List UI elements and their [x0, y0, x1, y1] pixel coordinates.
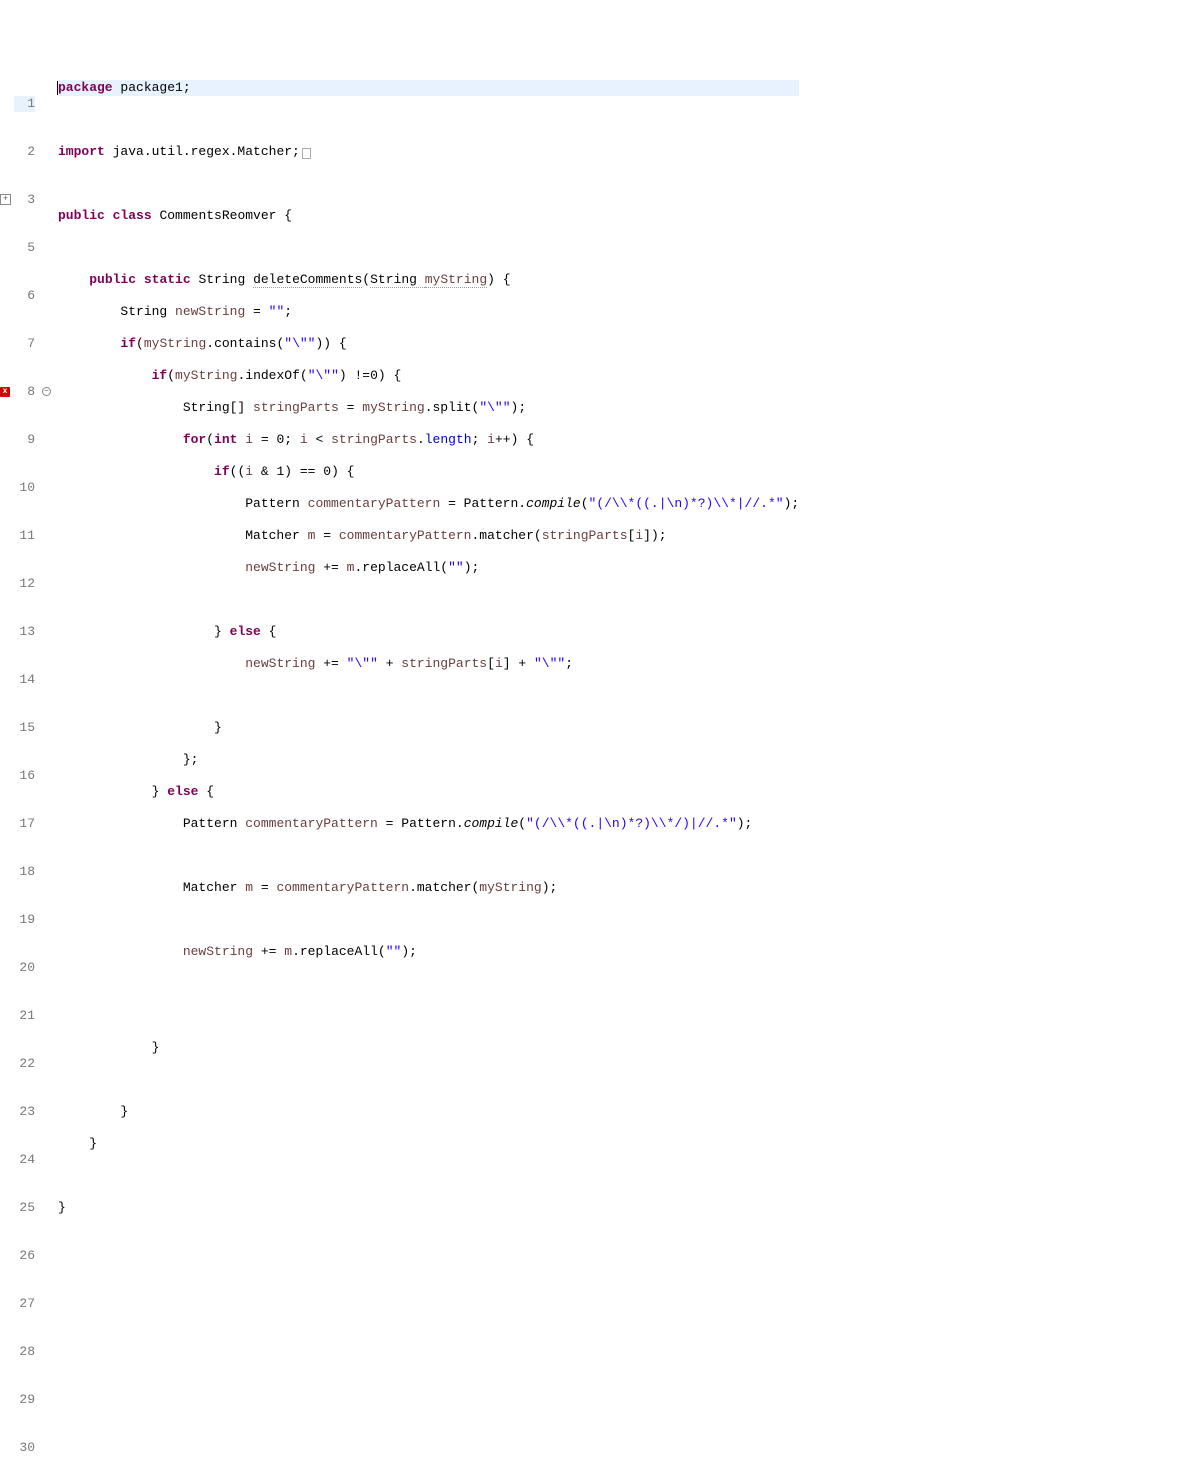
- line-number: 27: [14, 1296, 35, 1312]
- line-number: 18: [14, 864, 35, 880]
- code-line[interactable]: [58, 1232, 799, 1248]
- line-number: 22: [14, 1056, 35, 1072]
- line-number: 10: [14, 480, 35, 496]
- code-line[interactable]: [58, 1072, 799, 1088]
- line-number: 16: [14, 768, 35, 784]
- line-number: 6: [14, 288, 35, 304]
- line-number: 24: [14, 1152, 35, 1168]
- code-line[interactable]: }: [58, 1104, 799, 1120]
- code-line[interactable]: Matcher m = commentaryPattern.matcher(my…: [58, 880, 799, 896]
- code-line[interactable]: } else {: [58, 784, 799, 800]
- line-number-gutter: 1 2 3 5 6 7 8 9 10 11 12 13 14 15 16 17 …: [14, 64, 42, 1484]
- code-line[interactable]: [58, 848, 799, 864]
- code-line[interactable]: }: [58, 1040, 799, 1056]
- code-line[interactable]: [58, 1008, 799, 1024]
- code-line[interactable]: String[] stringParts = myString.split("\…: [58, 400, 799, 416]
- method-name-warning: deleteComments: [253, 272, 362, 288]
- fold-expand-icon[interactable]: +: [0, 194, 11, 205]
- code-line[interactable]: [58, 1168, 799, 1184]
- line-number: 2: [14, 144, 35, 160]
- line-number: 12: [14, 576, 35, 592]
- line-number: 14: [14, 672, 35, 688]
- code-line[interactable]: [58, 112, 799, 128]
- collapsed-indicator-icon[interactable]: [302, 148, 311, 159]
- line-number: 1: [14, 96, 35, 112]
- line-number: 29: [14, 1392, 35, 1408]
- code-line[interactable]: if(myString.contains("\"")) {: [58, 336, 799, 352]
- line-number: 23: [14, 1104, 35, 1120]
- line-number: 13: [14, 624, 35, 640]
- code-line[interactable]: Matcher m = commentaryPattern.matcher(st…: [58, 528, 799, 544]
- gutter-fold-column: −: [42, 64, 54, 1484]
- code-line[interactable]: public static String deleteComments(Stri…: [58, 272, 799, 288]
- line-number: 21: [14, 1008, 35, 1024]
- code-line[interactable]: [58, 976, 799, 992]
- code-line[interactable]: [58, 176, 799, 192]
- line-number: 5: [14, 240, 35, 256]
- gutter-annotations: + x: [0, 64, 14, 1484]
- line-number: 15: [14, 720, 35, 736]
- code-line[interactable]: public class CommentsReomver {: [58, 208, 799, 224]
- code-line[interactable]: [58, 688, 799, 704]
- code-line[interactable]: import java.util.regex.Matcher;: [58, 144, 799, 160]
- code-line[interactable]: [58, 592, 799, 608]
- fold-collapse-icon[interactable]: −: [42, 387, 51, 396]
- code-line[interactable]: Pattern commentaryPattern = Pattern.comp…: [58, 816, 799, 832]
- code-line[interactable]: } else {: [58, 624, 799, 640]
- line-number: 8: [14, 384, 35, 400]
- code-line[interactable]: [58, 912, 799, 928]
- line-number: 11: [14, 528, 35, 544]
- line-number: 19: [14, 912, 35, 928]
- code-line[interactable]: package package1;: [58, 80, 799, 96]
- code-area[interactable]: package package1; import java.util.regex…: [54, 64, 799, 1484]
- line-number: 30: [14, 1440, 35, 1456]
- code-line[interactable]: Pattern commentaryPattern = Pattern.comp…: [58, 496, 799, 512]
- line-number: 3: [14, 192, 35, 208]
- code-line[interactable]: }: [58, 1200, 799, 1216]
- line-number: 28: [14, 1344, 35, 1360]
- line-number: 26: [14, 1248, 35, 1264]
- error-icon[interactable]: x: [0, 387, 10, 397]
- code-line[interactable]: }: [58, 1136, 799, 1152]
- line-number: 20: [14, 960, 35, 976]
- code-line[interactable]: newString += m.replaceAll("");: [58, 560, 799, 576]
- line-number: 7: [14, 336, 35, 352]
- code-line[interactable]: newString += "\"" + stringParts[i] + "\"…: [58, 656, 799, 672]
- code-editor[interactable]: + x 1 2 3 5 6 7 8 9 10 11 12 13 14 15 16…: [0, 64, 1200, 1484]
- code-line[interactable]: if(myString.indexOf("\"") !=0) {: [58, 368, 799, 384]
- code-line[interactable]: if((i & 1) == 0) {: [58, 464, 799, 480]
- line-number: 9: [14, 432, 35, 448]
- code-line[interactable]: for(int i = 0; i < stringParts.length; i…: [58, 432, 799, 448]
- line-number: 17: [14, 816, 35, 832]
- code-line[interactable]: }: [58, 720, 799, 736]
- code-line[interactable]: };: [58, 752, 799, 768]
- code-line[interactable]: [58, 240, 799, 256]
- code-line[interactable]: String newString = "";: [58, 304, 799, 320]
- line-number: 25: [14, 1200, 35, 1216]
- code-line[interactable]: newString += m.replaceAll("");: [58, 944, 799, 960]
